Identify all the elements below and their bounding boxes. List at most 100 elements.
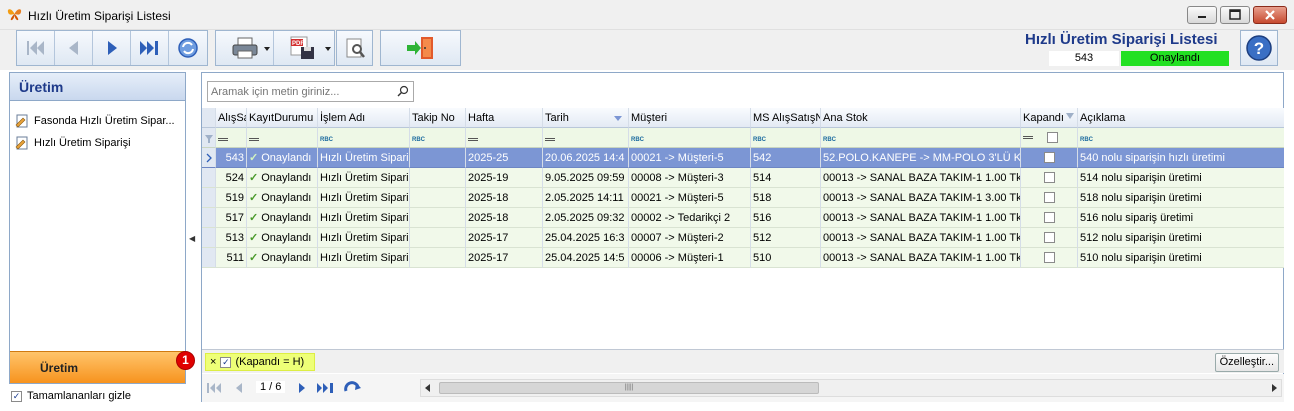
next-record-button[interactable]: [93, 31, 131, 65]
column-header[interactable]: AlışSa: [216, 108, 247, 128]
filter-funnel-icon[interactable]: [1066, 113, 1074, 119]
table-cell-tarih[interactable]: 25.04.2025 16:3: [543, 228, 629, 248]
scroll-right-icon[interactable]: [1272, 384, 1277, 392]
table-cell-status[interactable]: ✓ Onaylandı: [247, 148, 318, 168]
table-cell-id[interactable]: 511: [216, 248, 247, 268]
hide-completed-option[interactable]: ✓ Tamamlananları gizle: [11, 390, 131, 402]
table-cell-id[interactable]: 513: [216, 228, 247, 248]
filter-cell[interactable]: RBC: [751, 128, 821, 148]
filter-cell[interactable]: RBC: [821, 128, 1021, 148]
table-cell-id[interactable]: 543: [216, 148, 247, 168]
close-window-button[interactable]: [1253, 6, 1287, 24]
horizontal-scrollbar[interactable]: |||||: [420, 379, 1282, 397]
kapandi-checkbox[interactable]: [1043, 212, 1055, 223]
table-row[interactable]: 511 ✓ Onaylandı Hızlı Üretim Siparişi 2025-1…: [202, 248, 1284, 268]
table-cell-stok[interactable]: 00013 -> SANAL BAZA TAKIM-1 3.00 Tk: [821, 188, 1021, 208]
minimize-button[interactable]: [1187, 6, 1217, 24]
column-header[interactable]: İşlem Adı: [318, 108, 410, 128]
table-cell-aciklama[interactable]: 516 nolu sipariş üretimi: [1078, 208, 1284, 228]
filter-cell[interactable]: RBC: [629, 128, 751, 148]
table-cell-ms[interactable]: 512: [751, 228, 821, 248]
filter-cell[interactable]: [216, 128, 247, 148]
table-cell-id[interactable]: 524: [216, 168, 247, 188]
column-header-sorted[interactable]: Tarih: [543, 108, 629, 128]
print-button[interactable]: [216, 31, 274, 65]
collapse-panel-icon[interactable]: ◀: [189, 234, 195, 243]
table-cell-stok[interactable]: 00013 -> SANAL BAZA TAKIM-1 1.00 Tk: [821, 248, 1021, 268]
table-cell-tarih[interactable]: 9.05.2025 09:59: [543, 168, 629, 188]
table-cell-hafta[interactable]: 2025-18: [466, 188, 543, 208]
table-cell-stok[interactable]: 00013 -> SANAL BAZA TAKIM-1 1.00 Tk: [821, 168, 1021, 188]
table-row[interactable]: 543 ✓ Onaylandı Hızlı Üretim Siparişi 2025-2…: [202, 148, 1284, 168]
table-cell-takip[interactable]: [410, 148, 466, 168]
maximize-button[interactable]: [1220, 6, 1250, 24]
table-cell-ms[interactable]: 516: [751, 208, 821, 228]
table-cell-hafta[interactable]: 2025-17: [466, 228, 543, 248]
table-cell-takip[interactable]: [410, 228, 466, 248]
table-cell-takip[interactable]: [410, 168, 466, 188]
column-header[interactable]: Açıklama: [1078, 108, 1284, 128]
table-cell-stok[interactable]: 00013 -> SANAL BAZA TAKIM-1 1.00 Tk: [821, 208, 1021, 228]
table-cell-ms[interactable]: 542: [751, 148, 821, 168]
table-cell-takip[interactable]: [410, 208, 466, 228]
table-cell-islem[interactable]: Hızlı Üretim Siparişi: [318, 208, 410, 228]
export-pdf-button[interactable]: PDF: [274, 31, 334, 65]
table-cell-islem[interactable]: Hızlı Üretim Siparişi: [318, 248, 410, 268]
column-header[interactable]: Ana Stok: [821, 108, 1021, 128]
column-header[interactable]: KayıtDurumu: [247, 108, 318, 128]
table-cell-status[interactable]: ✓ Onaylandı: [247, 248, 318, 268]
column-header[interactable]: Müşteri: [629, 108, 751, 128]
row-indicator[interactable]: [202, 248, 216, 268]
table-cell-takip[interactable]: [410, 188, 466, 208]
kapandi-checkbox[interactable]: [1043, 232, 1055, 243]
filter-cell[interactable]: RBC: [1078, 128, 1284, 148]
search-input[interactable]: [208, 82, 388, 101]
table-row[interactable]: 519 ✓ Onaylandı Hızlı Üretim Siparişi 2025-1…: [202, 188, 1284, 208]
table-cell-status[interactable]: ✓ Onaylandı: [247, 188, 318, 208]
filter-cell[interactable]: [247, 128, 318, 148]
table-cell-hafta[interactable]: 2025-17: [466, 248, 543, 268]
last-record-button[interactable]: [131, 31, 169, 65]
table-cell-kapandi[interactable]: [1021, 208, 1078, 228]
nav-item-fason-order[interactable]: Fasonda Hızlı Üretim Sipar...: [10, 112, 186, 130]
table-cell-tarih[interactable]: 20.06.2025 14:4: [543, 148, 629, 168]
nav-section-uretim[interactable]: Üretim: [10, 351, 185, 383]
table-cell-musteri[interactable]: 00021 -> Müşteri-5: [629, 188, 751, 208]
table-cell-ms[interactable]: 514: [751, 168, 821, 188]
previous-page-button[interactable]: [230, 380, 248, 396]
exit-button[interactable]: [381, 31, 460, 65]
table-cell-takip[interactable]: [410, 248, 466, 268]
table-cell-musteri[interactable]: 00007 -> Müşteri-2: [629, 228, 751, 248]
first-page-button[interactable]: [204, 380, 226, 396]
table-cell-musteri[interactable]: 00008 -> Müşteri-3: [629, 168, 751, 188]
filter-cell[interactable]: [543, 128, 629, 148]
nav-item-fast-order[interactable]: Hızlı Üretim Siparişi: [10, 134, 186, 152]
table-cell-ms[interactable]: 518: [751, 188, 821, 208]
table-cell-tarih[interactable]: 2.05.2025 09:32: [543, 208, 629, 228]
row-indicator[interactable]: [202, 148, 216, 168]
table-cell-hafta[interactable]: 2025-18: [466, 208, 543, 228]
table-cell-kapandi[interactable]: [1021, 168, 1078, 188]
table-cell-ms[interactable]: 510: [751, 248, 821, 268]
table-cell-aciklama[interactable]: 540 nolu siparişin hızlı üretimi: [1078, 148, 1284, 168]
column-header-filtered[interactable]: Kapandı: [1021, 108, 1078, 128]
table-cell-aciklama[interactable]: 512 nolu siparişin üretimi: [1078, 228, 1284, 248]
table-cell-hafta[interactable]: 2025-19: [466, 168, 543, 188]
clear-filter-icon[interactable]: ×: [210, 356, 216, 368]
table-cell-status[interactable]: ✓ Onaylandı: [247, 228, 318, 248]
table-cell-status[interactable]: ✓ Onaylandı: [247, 208, 318, 228]
filter-enable-checkbox[interactable]: ✓: [220, 356, 232, 368]
table-cell-aciklama[interactable]: 514 nolu siparişin üretimi: [1078, 168, 1284, 188]
scrollbar-thumb[interactable]: |||||: [439, 382, 819, 394]
table-cell-musteri[interactable]: 00006 -> Müşteri-1: [629, 248, 751, 268]
table-cell-hafta[interactable]: 2025-25: [466, 148, 543, 168]
table-cell-musteri[interactable]: 00021 -> Müşteri-5: [629, 148, 751, 168]
last-page-button[interactable]: [314, 380, 338, 396]
customize-filter-button[interactable]: Özelleştir...: [1214, 353, 1279, 372]
filter-cell[interactable]: RBC: [410, 128, 466, 148]
find-settings-button[interactable]: [337, 31, 372, 65]
table-cell-stok[interactable]: 00013 -> SANAL BAZA TAKIM-1 1.00 Tk: [821, 228, 1021, 248]
scroll-left-icon[interactable]: [425, 384, 430, 392]
table-cell-status[interactable]: ✓ Onaylandı: [247, 168, 318, 188]
kapandi-checkbox[interactable]: [1043, 152, 1055, 163]
